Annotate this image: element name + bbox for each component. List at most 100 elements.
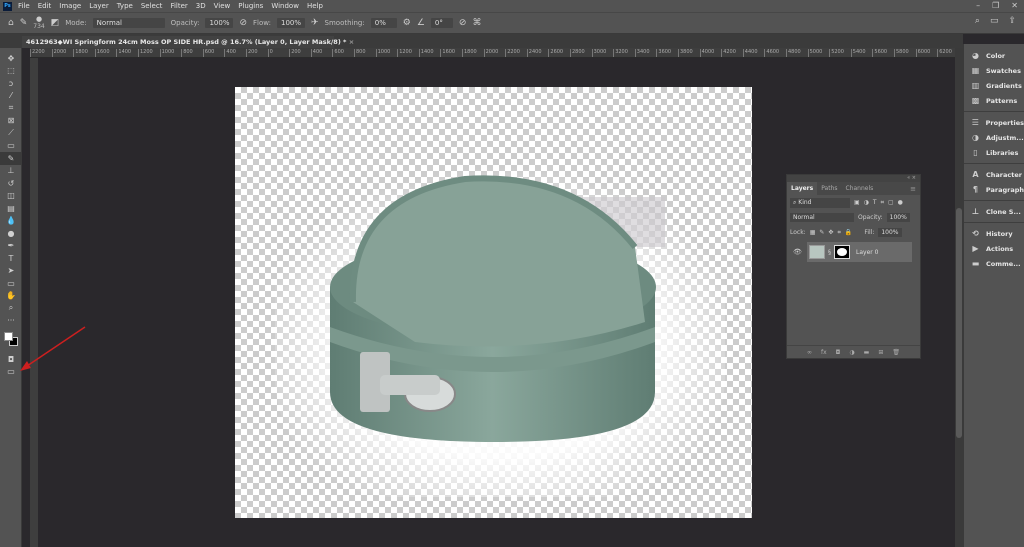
brush-tool-icon[interactable]: ✎: [20, 18, 28, 28]
panel-header[interactable]: « ×: [787, 175, 920, 182]
opacity-input[interactable]: 100%: [886, 213, 910, 222]
panel-button-comme[interactable]: ▬ Comme...: [964, 256, 1024, 271]
panel-button-clones[interactable]: ⊥ Clone S...: [964, 204, 1024, 219]
new-layer-icon[interactable]: ⊞: [878, 349, 883, 356]
brush-tool-icon[interactable]: ✎: [0, 152, 22, 165]
filter-type-icon[interactable]: T: [873, 199, 877, 206]
lasso-tool-icon[interactable]: ↄ: [0, 77, 22, 90]
healing-brush-icon[interactable]: ▭: [0, 140, 22, 153]
minimize-button[interactable]: –: [976, 1, 980, 10]
mode-select[interactable]: Normal: [92, 18, 165, 28]
marquee-tool-icon[interactable]: ⬚: [0, 65, 22, 78]
menu-image[interactable]: Image: [59, 2, 81, 10]
lock-transparent-icon[interactable]: ▦: [810, 229, 816, 236]
filter-kind-select[interactable]: ⌕ Kind: [790, 197, 850, 208]
blur-tool-icon[interactable]: 💧: [0, 215, 22, 228]
blend-mode-select[interactable]: Normal: [790, 213, 854, 222]
fx-icon[interactable]: fx: [821, 349, 827, 356]
search-icon[interactable]: ⌕: [975, 16, 980, 26]
eraser-icon[interactable]: ◫: [0, 190, 22, 203]
frame-tool-icon[interactable]: ⊠: [0, 115, 22, 128]
lock-all-icon[interactable]: 🔒: [845, 229, 852, 236]
path-selection-icon[interactable]: ➤: [0, 265, 22, 278]
tab-layers[interactable]: Layers: [787, 182, 818, 195]
close-button[interactable]: ✕: [1011, 1, 1018, 10]
restore-button[interactable]: ❐: [992, 1, 999, 10]
rectangle-tool-icon[interactable]: ▭: [0, 277, 22, 290]
magic-wand-icon[interactable]: ⁄: [0, 90, 22, 103]
scroll-thumb[interactable]: [956, 208, 962, 438]
link-layers-icon[interactable]: ∞: [807, 349, 812, 356]
panel-button-adjustm[interactable]: ◑ Adjustm...: [964, 130, 1024, 145]
zoom-tool-icon[interactable]: ⌕: [0, 302, 22, 315]
filter-adjustment-icon[interactable]: ◑: [864, 199, 869, 206]
screen-mode-icon[interactable]: ▭: [0, 366, 22, 379]
new-group-icon[interactable]: ▬: [864, 349, 870, 356]
visibility-eye-icon[interactable]: 👁: [793, 248, 802, 256]
home-icon[interactable]: ⌂: [8, 18, 14, 28]
panel-button-patterns[interactable]: ▩ Patterns: [964, 93, 1024, 108]
menu-3d[interactable]: 3D: [196, 2, 206, 10]
lock-position-icon[interactable]: ✥: [828, 229, 833, 236]
pressure-size-icon[interactable]: ⊘: [459, 18, 467, 28]
pen-tool-icon[interactable]: ✒: [0, 240, 22, 253]
filter-pixel-icon[interactable]: ▣: [854, 199, 860, 206]
filter-shape-icon[interactable]: ⌗: [881, 199, 884, 207]
fill-input[interactable]: 100%: [878, 228, 902, 237]
hand-tool-icon[interactable]: ✋: [0, 290, 22, 303]
opacity-input[interactable]: 100%: [205, 18, 234, 28]
panel-button-gradients[interactable]: ▥ Gradients: [964, 78, 1024, 93]
color-swatches[interactable]: [0, 327, 21, 353]
layer-row[interactable]: 👁 § Layer 0: [793, 242, 912, 262]
brush-settings-icon[interactable]: ◩: [51, 18, 60, 28]
filter-smart-object-icon[interactable]: ▢: [888, 199, 894, 206]
tab-paths[interactable]: Paths: [817, 182, 841, 195]
menu-help[interactable]: Help: [307, 2, 323, 10]
layer-mask-thumbnail[interactable]: [834, 245, 850, 259]
history-brush-icon[interactable]: ↺: [0, 177, 22, 190]
panel-button-color[interactable]: ◕ Color: [964, 48, 1024, 63]
panel-button-properties[interactable]: ☰ Properties: [964, 115, 1024, 130]
menu-type[interactable]: Type: [117, 2, 133, 10]
gradient-tool-icon[interactable]: ▤: [0, 202, 22, 215]
gear-icon[interactable]: ⚙: [403, 18, 411, 28]
lock-artboard-icon[interactable]: ⌗: [837, 229, 840, 237]
lock-image-icon[interactable]: ✎: [819, 229, 824, 236]
more-tools-icon[interactable]: ···: [0, 315, 22, 328]
add-mask-icon[interactable]: ◘: [836, 349, 841, 356]
mask-link-icon[interactable]: §: [828, 249, 831, 256]
workspace-icon[interactable]: ▭: [990, 16, 999, 26]
pressure-opacity-icon[interactable]: ⊘: [239, 18, 247, 28]
dodge-tool-icon[interactable]: ●: [0, 227, 22, 240]
panel-button-character[interactable]: A Character: [964, 167, 1024, 182]
tab-close-icon[interactable]: ×: [349, 38, 354, 46]
panel-button-paragraph[interactable]: ¶ Paragraph: [964, 182, 1024, 197]
clone-stamp-icon[interactable]: ⊥: [0, 165, 22, 178]
delete-layer-icon[interactable]: 🗑: [892, 349, 900, 356]
menu-view[interactable]: View: [214, 2, 231, 10]
adjustment-layer-icon[interactable]: ◑: [849, 349, 854, 356]
eyedropper-icon[interactable]: ⟋: [0, 127, 22, 140]
tab-channels[interactable]: Channels: [842, 182, 878, 195]
document-canvas[interactable]: [235, 87, 752, 518]
document-tab[interactable]: 4612963◆WI Springform 24cm Moss OP SIDE …: [22, 36, 354, 48]
panel-button-swatches[interactable]: ▦ Swatches: [964, 63, 1024, 78]
crop-tool-icon[interactable]: ⌗: [0, 102, 22, 115]
smoothing-input[interactable]: 0%: [370, 18, 397, 28]
panel-button-history[interactable]: ⟲ History: [964, 226, 1024, 241]
flow-input[interactable]: 100%: [276, 18, 305, 28]
panel-button-actions[interactable]: ▶ Actions: [964, 241, 1024, 256]
layer-thumbnail[interactable]: [809, 245, 825, 259]
type-tool-icon[interactable]: T: [0, 252, 22, 265]
vertical-scrollbar[interactable]: [955, 48, 963, 547]
menu-window[interactable]: Window: [271, 2, 299, 10]
foreground-color-swatch[interactable]: [4, 332, 13, 341]
filter-toggle-icon[interactable]: ●: [898, 199, 903, 206]
menu-edit[interactable]: Edit: [38, 2, 52, 10]
move-tool-icon[interactable]: ✥: [0, 52, 22, 65]
menu-file[interactable]: File: [18, 2, 30, 10]
panel-button-libraries[interactable]: ▯ Libraries: [964, 145, 1024, 160]
quick-mask-icon[interactable]: ◘: [0, 353, 22, 366]
airbrush-icon[interactable]: ✈: [311, 18, 319, 28]
share-icon[interactable]: ⇪: [1008, 16, 1016, 26]
